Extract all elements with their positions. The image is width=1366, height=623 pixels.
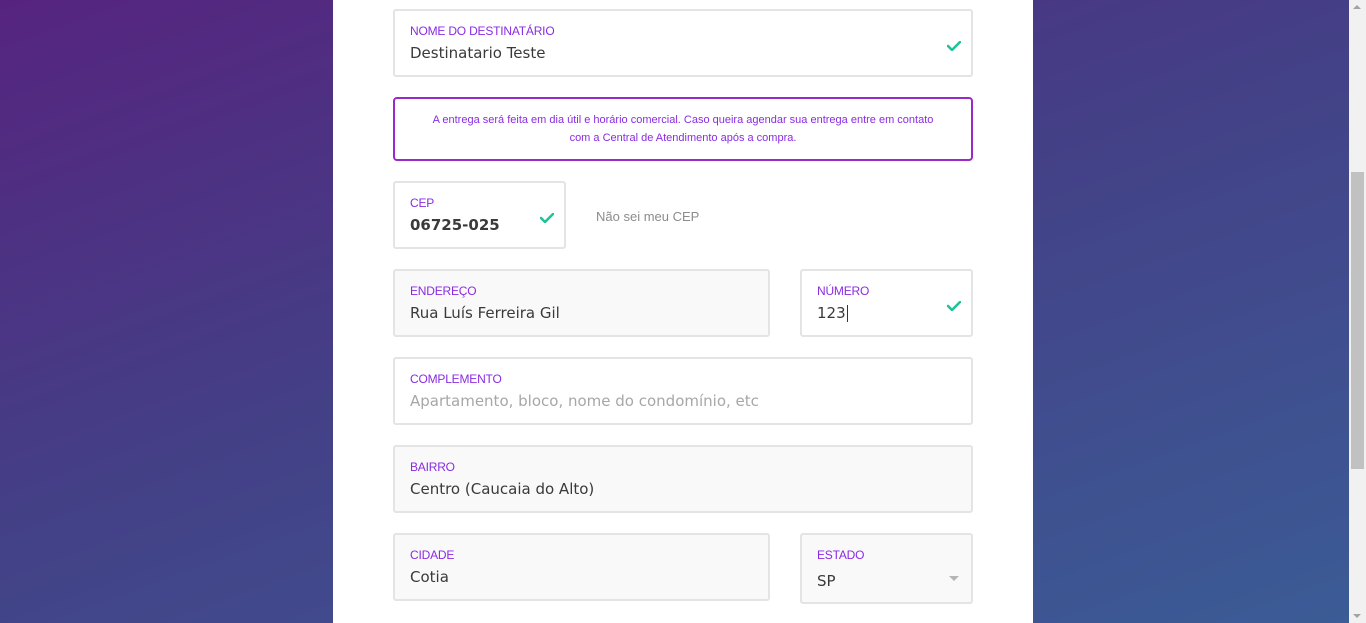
- cep-field[interactable]: CEP 06725-025: [393, 181, 566, 249]
- scroll-down-arrow-icon[interactable]: [1353, 614, 1361, 618]
- complement-placeholder: Apartamento, bloco, nome do condomínio, …: [410, 392, 759, 410]
- city-field[interactable]: CIDADE Cotia: [393, 533, 770, 601]
- address-label: ENDEREÇO: [410, 284, 477, 298]
- neighborhood-field[interactable]: BAIRRO Centro (Caucaia do Alto): [393, 445, 973, 513]
- checkout-form-panel: NOME DO DESTINATÁRIO Destinatario Teste …: [333, 0, 1033, 623]
- number-field[interactable]: NÚMERO 123: [800, 269, 973, 337]
- scroll-thumb[interactable]: [1351, 172, 1364, 469]
- state-select[interactable]: ESTADO SP: [800, 533, 973, 604]
- address-value: Rua Luís Ferreira Gil: [410, 304, 560, 322]
- check-icon: [947, 41, 961, 51]
- check-icon: [947, 301, 961, 311]
- page-scrollbar[interactable]: [1349, 0, 1366, 623]
- city-value: Cotia: [410, 568, 449, 586]
- text-caret: [846, 305, 848, 322]
- cep-value: 06725-025: [410, 216, 500, 234]
- neighborhood-label: BAIRRO: [410, 460, 455, 474]
- recipient-name-field[interactable]: NOME DO DESTINATÁRIO Destinatario Teste: [393, 9, 973, 77]
- city-label: CIDADE: [410, 548, 455, 562]
- number-label: NÚMERO: [817, 284, 870, 298]
- delivery-notice-text: A entrega será feita em dia útil e horár…: [432, 114, 934, 144]
- chevron-down-icon: [949, 576, 959, 581]
- neighborhood-value: Centro (Caucaia do Alto): [410, 480, 595, 498]
- state-label: ESTADO: [817, 548, 865, 562]
- address-field[interactable]: ENDEREÇO Rua Luís Ferreira Gil: [393, 269, 770, 337]
- recipient-name-label: NOME DO DESTINATÁRIO: [410, 24, 555, 38]
- number-value: 123: [817, 304, 846, 322]
- unknown-cep-link[interactable]: Não sei meu CEP: [596, 209, 699, 224]
- cep-label: CEP: [410, 196, 435, 210]
- delivery-notice: A entrega será feita em dia útil e horár…: [393, 97, 973, 161]
- complement-field[interactable]: COMPLEMENTO Apartamento, bloco, nome do …: [393, 357, 973, 425]
- number-value-wrap: 123: [817, 304, 848, 322]
- scroll-up-arrow-icon[interactable]: [1353, 5, 1361, 9]
- state-value: SP: [817, 572, 836, 590]
- complement-label: COMPLEMENTO: [410, 372, 502, 386]
- check-icon: [540, 213, 554, 223]
- recipient-name-value: Destinatario Teste: [410, 44, 546, 62]
